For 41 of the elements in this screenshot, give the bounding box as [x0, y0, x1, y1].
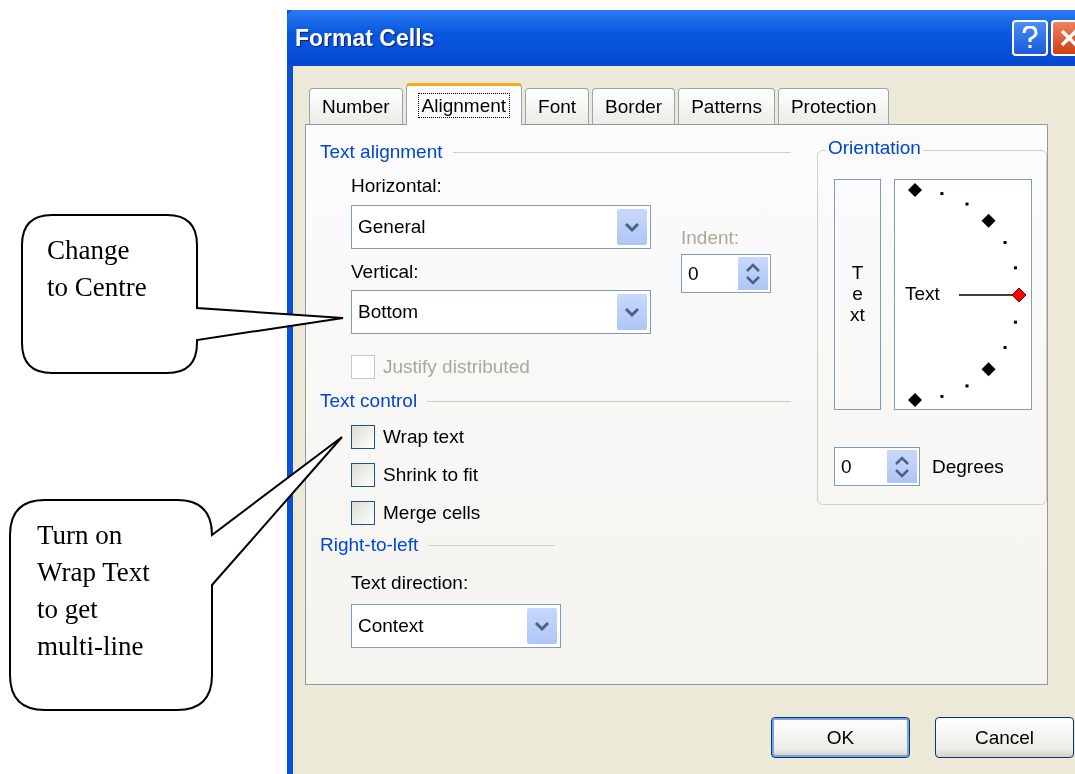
tab[interactable]: Protection: [777, 88, 890, 124]
checkbox[interactable]: [351, 425, 375, 449]
window-title: Format Cells: [295, 24, 436, 52]
caret-icon: [534, 620, 550, 632]
ok-button[interactable]: OK: [771, 717, 910, 758]
field-label: Text direction:: [351, 571, 469, 595]
tab[interactable]: Border: [592, 88, 676, 124]
up-down-arrows-icon: [745, 261, 761, 286]
group-heading: Orientation: [826, 137, 923, 159]
close-icon: [1059, 28, 1075, 48]
tab[interactable]: Number: [309, 88, 403, 124]
help-button[interactable]: [1012, 20, 1048, 56]
vertical-text-option[interactable]: Text: [834, 179, 881, 410]
question-mark-icon: [1022, 26, 1038, 50]
caret-icon: [624, 306, 640, 318]
callout-text: Turn on Wrap Text to get multi-line: [37, 519, 150, 663]
checkbox[interactable]: [351, 501, 375, 525]
checkbox-label: Justify distributed: [383, 355, 530, 379]
field-label: Vertical:: [351, 260, 419, 284]
degrees-spinner[interactable]: 0: [834, 447, 920, 486]
field-label: Indent:: [681, 226, 740, 250]
checkbox[interactable]: [351, 463, 375, 487]
vertical-dropdown[interactable]: Bottom: [351, 290, 651, 334]
tab[interactable]: Patterns: [678, 88, 775, 124]
checkbox-label: Shrink to fit: [383, 463, 479, 487]
tab[interactable]: Alignment: [405, 83, 523, 125]
up-down-arrows-icon: [894, 454, 910, 479]
section-heading: Text alignment: [320, 141, 443, 163]
tab[interactable]: Font: [525, 88, 590, 124]
checkbox-label: Wrap text: [383, 425, 464, 449]
section-heading: Right-to-left: [320, 534, 419, 556]
checkbox-label: Merge cells: [383, 501, 481, 525]
caret-icon: [624, 221, 640, 233]
dial-label: Text: [905, 283, 940, 305]
callout-text: Change to Centre: [47, 234, 147, 304]
text-direction-dropdown[interactable]: Context: [351, 604, 561, 648]
horizontal-dropdown[interactable]: General: [351, 205, 651, 249]
field-label: Degrees: [932, 454, 1004, 479]
section-heading: Text control: [320, 390, 418, 412]
field-label: Horizontal:: [351, 174, 442, 198]
cancel-button[interactable]: Cancel: [935, 717, 1074, 758]
